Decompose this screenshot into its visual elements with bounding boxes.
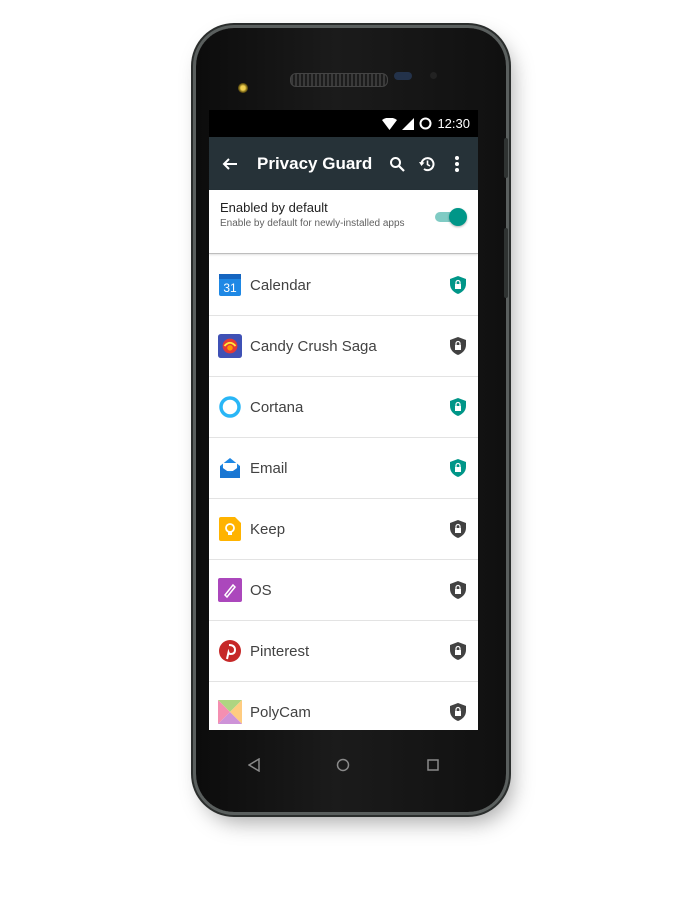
front-camera [238, 83, 248, 93]
list-item-polycam[interactable]: PolyCam [209, 682, 478, 730]
setting-title: Enabled by default [220, 200, 328, 215]
calendar-day-number: 31 [223, 281, 237, 295]
app-name: Email [250, 459, 288, 477]
list-item-email[interactable]: Email [209, 438, 478, 499]
toggle-thumb [449, 208, 467, 226]
cortana-app-icon [218, 395, 242, 419]
history-icon [419, 156, 435, 171]
light-sensor [430, 72, 437, 79]
shield-off-icon [450, 520, 466, 538]
search-button[interactable] [382, 149, 412, 179]
arrow-left-icon [222, 157, 237, 170]
shield-on-icon [450, 276, 466, 294]
enabled-by-default-toggle[interactable] [435, 208, 467, 226]
nav-back-icon [247, 758, 260, 772]
screen: 12:30 Privacy Guard Enabled by default E… [209, 110, 478, 730]
proximity-sensor [394, 72, 412, 80]
shield-on-icon [450, 398, 466, 416]
list-item-calendar[interactable]: 31 Calendar [209, 255, 478, 316]
status-bar: 12:30 [209, 110, 478, 137]
nav-home-button[interactable] [328, 750, 358, 780]
keep-app-icon [218, 517, 242, 541]
shield-on-icon [450, 459, 466, 477]
email-app-icon [218, 456, 242, 480]
shield-off-icon [450, 337, 466, 355]
os-app-icon [218, 578, 242, 602]
app-list: 31 Calendar Candy Crush Saga Cortana Ema… [209, 255, 478, 730]
pinterest-app-icon [218, 639, 242, 663]
polycam-app-icon [218, 700, 242, 724]
phone-device: 12:30 Privacy Guard Enabled by default E… [196, 28, 508, 812]
page-title: Privacy Guard [257, 153, 373, 173]
nav-home-icon [337, 758, 350, 772]
nav-recents-button[interactable] [418, 750, 448, 780]
wifi-icon [382, 117, 398, 130]
toolbar: Privacy Guard [209, 137, 478, 190]
signal-icon [402, 117, 415, 130]
battery-circle-icon [419, 117, 432, 130]
status-time: 12:30 [437, 116, 470, 131]
app-name: PolyCam [250, 703, 311, 721]
more-vert-icon [455, 155, 459, 172]
list-item-keep[interactable]: Keep [209, 499, 478, 560]
list-item-candy-crush-saga[interactable]: Candy Crush Saga [209, 316, 478, 377]
app-name: Keep [250, 520, 286, 538]
setting-subtitle: Enable by default for newly-installed ap… [220, 218, 405, 229]
shield-off-icon [450, 703, 466, 721]
nav-recents-icon [427, 759, 439, 771]
list-item-cortana[interactable]: Cortana [209, 377, 478, 438]
app-name: OS [250, 581, 272, 599]
volume-button [504, 138, 508, 178]
app-name: Calendar [250, 276, 311, 294]
power-button [504, 228, 508, 298]
enabled-by-default-setting[interactable]: Enabled by default Enable by default for… [209, 190, 478, 254]
navigation-bar [209, 740, 478, 790]
calendar-app-icon: 31 [218, 273, 242, 297]
app-name: Cortana [250, 398, 304, 416]
app-name: Candy Crush Saga [250, 337, 377, 355]
search-icon [390, 156, 405, 172]
history-button[interactable] [412, 149, 442, 179]
shield-off-icon [450, 581, 466, 599]
back-button[interactable] [219, 153, 241, 175]
candy-crush-app-icon [218, 334, 242, 358]
list-item-pinterest[interactable]: Pinterest [209, 621, 478, 682]
shield-off-icon [450, 642, 466, 660]
more-options-button[interactable] [442, 149, 472, 179]
earpiece-speaker [290, 73, 388, 87]
list-item-os[interactable]: OS [209, 560, 478, 621]
nav-back-button[interactable] [239, 750, 269, 780]
app-name: Pinterest [250, 642, 310, 660]
